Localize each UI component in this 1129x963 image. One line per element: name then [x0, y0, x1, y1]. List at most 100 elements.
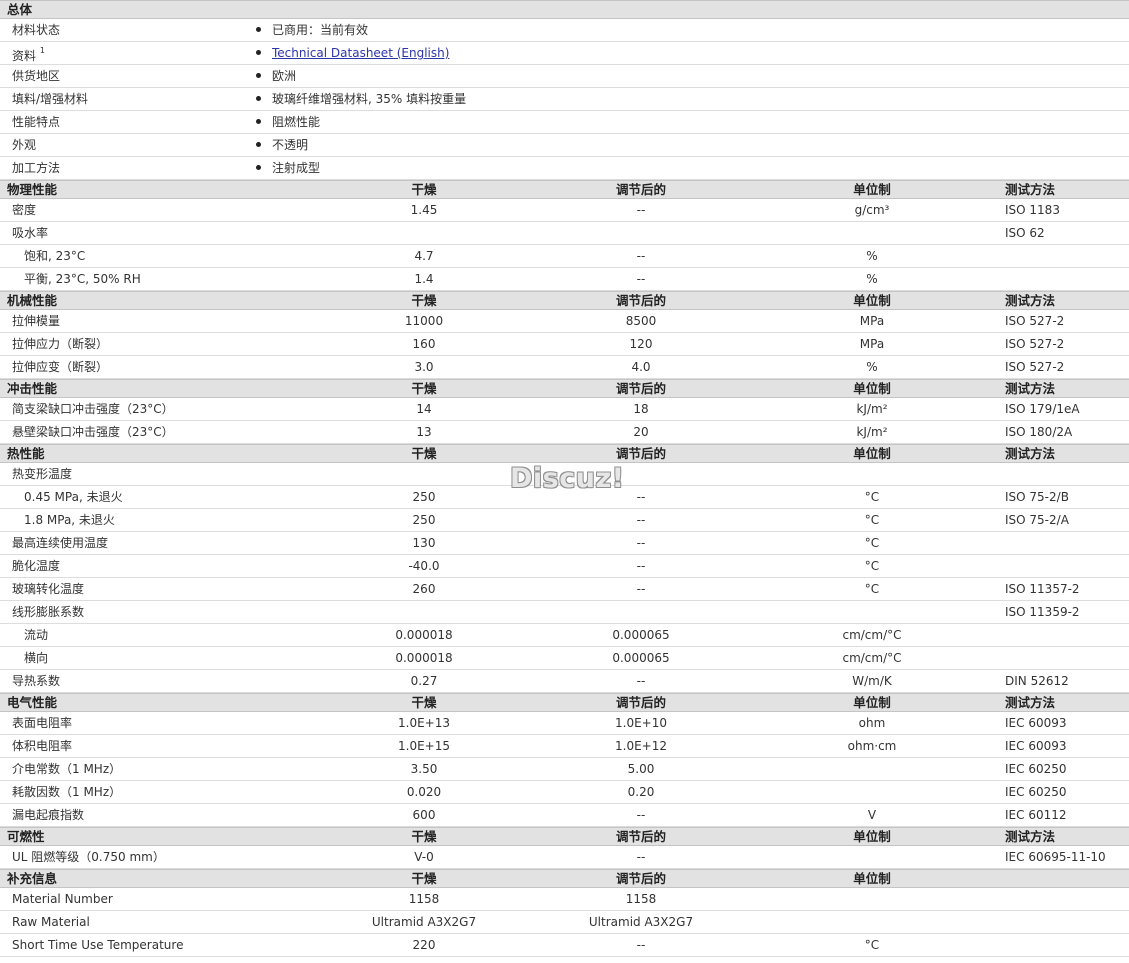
column-header-cond: 调节后的	[615, 446, 666, 461]
column-header-unit: 单位制	[853, 695, 891, 710]
dry-value: 220	[412, 938, 436, 952]
property-name-text: 悬壁梁缺口冲击强度（23°C）	[12, 425, 174, 439]
column-header-cond: 调节后的	[615, 293, 666, 308]
property-row: 拉伸应变（断裂） 3.0 4.0% ISO 527-2	[0, 356, 1129, 379]
column-header-cond: 调节后的	[615, 381, 666, 396]
dry-value: 4.7	[414, 249, 434, 263]
conditioned-value: --	[636, 850, 646, 864]
property-row: 悬壁梁缺口冲击强度（23°C） 13 20 kJ/m² ISO 180/2A	[0, 421, 1129, 444]
property-name: 最高连续使用温度	[12, 532, 108, 554]
conditioned-value: 0.000065	[612, 628, 670, 642]
property-name: 介电常数（1 MHz）	[12, 758, 121, 780]
test-method: IEC 60250	[1005, 762, 1067, 776]
column-header-dry: 干燥	[411, 871, 437, 886]
property-name-text: 0.45 MPa, 未退火	[24, 490, 123, 504]
section-header: 可燃性 干燥 调节后的 单位制 测试方法	[0, 827, 1129, 846]
property-value: 阻燃性能	[256, 111, 320, 133]
property-name: 吸水率	[12, 222, 48, 244]
test-method: ISO 179/1eA	[1005, 402, 1080, 416]
property-name: 饱和, 23°C	[24, 245, 85, 267]
test-method: IEC 60695-11-10	[1005, 850, 1106, 864]
unit-value: kJ/m²	[856, 425, 888, 439]
test-method: DIN 52612	[1005, 674, 1069, 688]
property-name: 拉伸应变（断裂）	[12, 356, 108, 378]
test-method: ISO 527-2	[1005, 337, 1065, 351]
property-value: Technical Datasheet (English)	[256, 42, 449, 64]
general-row: 供货地区 欧洲	[0, 65, 1129, 88]
property-name: 简支梁缺口冲击强度（23°C）	[12, 398, 174, 420]
general-row: 资料 1 Technical Datasheet (English)	[0, 42, 1129, 65]
dry-value: 3.50	[410, 762, 438, 776]
column-header-test: 测试方法	[1005, 695, 1056, 710]
column-header-unit: 单位制	[853, 871, 891, 886]
property-name-text: 导热系数	[12, 674, 61, 688]
datasheet-link[interactable]: Technical Datasheet (English)	[272, 46, 449, 60]
property-name: 外观	[12, 134, 36, 156]
section-title: 可燃性	[7, 829, 45, 844]
property-name-text: Raw Material	[12, 915, 90, 929]
property-row: 拉伸模量 11000 8500 MPa ISO 527-2	[0, 310, 1129, 333]
column-header-unit: 单位制	[853, 182, 891, 197]
property-name-text: 线形膨胀系数	[12, 605, 85, 619]
test-method: ISO 180/2A	[1005, 425, 1073, 439]
dry-value: 1.4	[414, 272, 434, 286]
dry-value: 11000	[404, 314, 444, 328]
property-name-text: 加工方法	[12, 161, 61, 175]
property-name: 耗散因数（1 MHz）	[12, 781, 121, 803]
conditioned-value: 8500	[625, 314, 657, 328]
unit-value: °C	[864, 536, 880, 550]
property-name-text: 资料	[12, 49, 37, 63]
property-name-text: 玻璃转化温度	[12, 582, 85, 596]
property-row: 流动 0.000018 0.000065 cm/cm/°C	[0, 624, 1129, 647]
bullet-icon	[256, 96, 261, 101]
unit-value: °C	[864, 513, 880, 527]
property-row: 0.45 MPa, 未退火 250 -- °C ISO 75-2/B	[0, 486, 1129, 509]
section-title: 总体	[7, 2, 33, 17]
property-row: Raw Material Ultramid A3X2G7 Ultramid A3X2…	[0, 911, 1129, 934]
property-name-text: 材料状态	[12, 23, 61, 37]
section-header: 总体	[0, 0, 1129, 19]
unit-value: cm/cm/°C	[842, 651, 902, 665]
dry-value: V-0	[414, 850, 434, 864]
test-method: ISO 62	[1005, 226, 1045, 240]
property-name-text: 拉伸应力（断裂）	[12, 337, 109, 351]
column-header-dry: 干燥	[411, 381, 437, 396]
property-row: Material Number 1158 1158	[0, 888, 1129, 911]
dry-value: 0.000018	[395, 628, 453, 642]
general-row: 填料/增强材料 玻璃纤维增强材料, 35% 填料按重量	[0, 88, 1129, 111]
property-name-text: 流动	[24, 628, 49, 642]
test-method: ISO 527-2	[1005, 360, 1065, 374]
property-name-text: 耗散因数（1 MHz）	[12, 785, 122, 799]
property-name: 供货地区	[12, 65, 60, 87]
general-row: 材料状态 已商用：当前有效	[0, 19, 1129, 42]
property-value: 玻璃纤维增强材料, 35% 填料按重量	[256, 88, 466, 110]
column-header-unit: 单位制	[853, 446, 891, 461]
property-value-text: 玻璃纤维增强材料, 35% 填料按重量	[272, 92, 467, 106]
conditioned-value: --	[636, 938, 646, 952]
property-name: 填料/增强材料	[12, 88, 88, 110]
conditioned-value: --	[636, 808, 646, 822]
dry-value: 1.45	[410, 203, 438, 217]
property-name-text: 填料/增强材料	[12, 92, 89, 106]
unit-value: kJ/m²	[856, 402, 888, 416]
unit-value: ohm	[858, 716, 886, 730]
unit-value: ohm·cm	[847, 739, 897, 753]
unit-value: V	[867, 808, 877, 822]
property-name: 拉伸应力（断裂）	[12, 333, 108, 355]
unit-value: °C	[864, 490, 880, 504]
bullet-icon	[256, 50, 261, 55]
dry-value: 250	[412, 513, 436, 527]
test-method: ISO 527-2	[1005, 314, 1065, 328]
dry-value: 130	[412, 536, 436, 550]
property-name-text: 外观	[12, 138, 37, 152]
property-name-text: 拉伸模量	[12, 314, 61, 328]
conditioned-value: --	[636, 490, 646, 504]
section-title: 机械性能	[7, 293, 58, 308]
general-row: 性能特点 阻燃性能	[0, 111, 1129, 134]
test-method: IEC 60093	[1005, 716, 1067, 730]
dry-value: 600	[412, 808, 436, 822]
property-name-text: 脆化温度	[12, 559, 61, 573]
property-name-text: 表面电阻率	[12, 716, 73, 730]
bullet-icon	[256, 27, 261, 32]
property-name-text: 体积电阻率	[12, 739, 73, 753]
